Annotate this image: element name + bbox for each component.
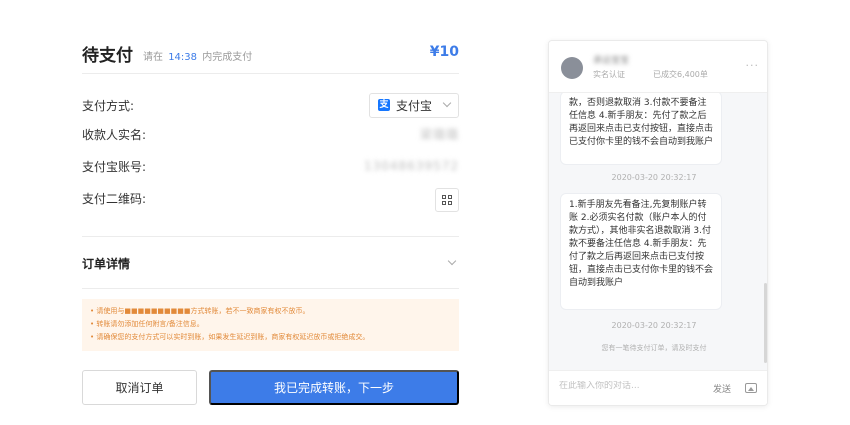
divider <box>82 236 459 237</box>
divider <box>82 288 459 289</box>
qrcode-button[interactable] <box>435 188 459 212</box>
cancel-order-button[interactable]: 取消订单 <box>82 370 197 405</box>
chat-panel: 承运宝宝 实名认证 已成交6,400单 ··· 款，否则退款取消 3.付款不要备… <box>548 40 768 406</box>
avatar <box>561 57 583 79</box>
order-detail-toggle[interactable]: 订单详情 <box>82 248 459 278</box>
alipay-icon: 支 <box>378 99 390 111</box>
deal-count-badge: 已成交6,400单 <box>653 70 708 79</box>
payment-amount: ¥10 <box>429 44 459 60</box>
message-text: 款，否则退款取消 3.付款不要备注任信息 4.新手朋友：先付了款之后再返回来点击… <box>569 98 714 147</box>
chat-message: 1.新手朋友先看备注,先复制账户转账 2.必须实名付款（账户本人的付款方式），其… <box>560 193 722 310</box>
more-icon[interactable]: ··· <box>746 59 760 72</box>
qrcode-icon <box>442 195 452 205</box>
account-value: 13048639572 <box>364 159 459 173</box>
account-label: 支付宝账号: <box>82 159 147 174</box>
payee-name-label: 收款人实名: <box>82 127 147 142</box>
payment-method-row: 支付方式: 支 支付宝 <box>82 92 459 118</box>
countdown-prefix: 请在 <box>143 51 163 63</box>
qrcode-label: 支付二维码: <box>82 191 147 206</box>
qrcode-row: 支付二维码: <box>82 185 459 212</box>
payment-countdown: 请在 14:38 内完成支付 <box>143 48 252 63</box>
chat-header: 承运宝宝 实名认证 已成交6,400单 ··· <box>549 41 767 93</box>
image-icon[interactable] <box>745 383 757 393</box>
payment-panel: 待支付 请在 14:38 内完成支付 ¥10 支付方式: 支 支付宝 收款人实名… <box>82 34 459 405</box>
chat-message: 款，否则退款取消 3.付款不要备注任信息 4.新手朋友：先付了款之后再返回来点击… <box>560 93 722 165</box>
notice-line: 请确保您的支付方式可以实时到账，如果发生延迟到账，商家有权延迟放币或拒绝成交。 <box>90 331 451 344</box>
system-message: 您有一笔待支付订单，请及时支付 <box>601 344 707 352</box>
message-text: 1.新手朋友先看备注,先复制账户转账 2.必须实名付款（账户本人的付款方式），其… <box>569 200 714 288</box>
verified-badge: 实名认证 <box>593 70 625 79</box>
chat-input-bar: 发送 <box>549 370 767 405</box>
countdown-suffix: 内完成支付 <box>202 51 253 63</box>
merchant-name: 承运宝宝 <box>593 56 630 66</box>
payment-header: 待支付 请在 14:38 内完成支付 ¥10 <box>82 34 459 74</box>
payee-name-row: 收款人实名: 梁璐璐 <box>82 121 459 147</box>
send-button[interactable]: 发送 <box>713 382 731 395</box>
chat-scrollbar[interactable] <box>764 283 767 363</box>
order-detail-label: 订单详情 <box>82 256 131 271</box>
chat-messages[interactable]: 款，否则退款取消 3.付款不要备注任信息 4.新手朋友：先付了款之后再返回来点击… <box>549 93 767 370</box>
message-timestamp: 2020-03-20 20:32:17 <box>611 321 697 330</box>
payment-method-select[interactable]: 支 支付宝 <box>369 92 459 118</box>
notice-line: 请使用与■■■■■■■■■■方式转账，若不一致商家有权不放币。 <box>90 305 451 318</box>
page-title: 待支付 <box>82 46 133 66</box>
chevron-down-icon <box>447 256 457 266</box>
payment-notice: 请使用与■■■■■■■■■■方式转账，若不一致商家有权不放币。 转账请勿添加任何… <box>82 299 459 351</box>
payment-method-label: 支付方式: <box>82 98 135 113</box>
notice-line: 转账请勿添加任何附言/备注信息。 <box>90 318 451 331</box>
message-timestamp: 2020-03-20 20:32:17 <box>611 173 697 182</box>
account-row: 支付宝账号: 13048639572 <box>82 153 459 179</box>
payee-name-value: 梁璐璐 <box>419 127 459 142</box>
chevron-down-icon <box>442 98 452 107</box>
countdown-time: 14:38 <box>168 51 198 63</box>
payment-method-value: 支付宝 <box>396 98 433 113</box>
transfer-done-button[interactable]: 我已完成转账，下一步 <box>209 370 459 405</box>
chat-input[interactable] <box>559 381 699 391</box>
